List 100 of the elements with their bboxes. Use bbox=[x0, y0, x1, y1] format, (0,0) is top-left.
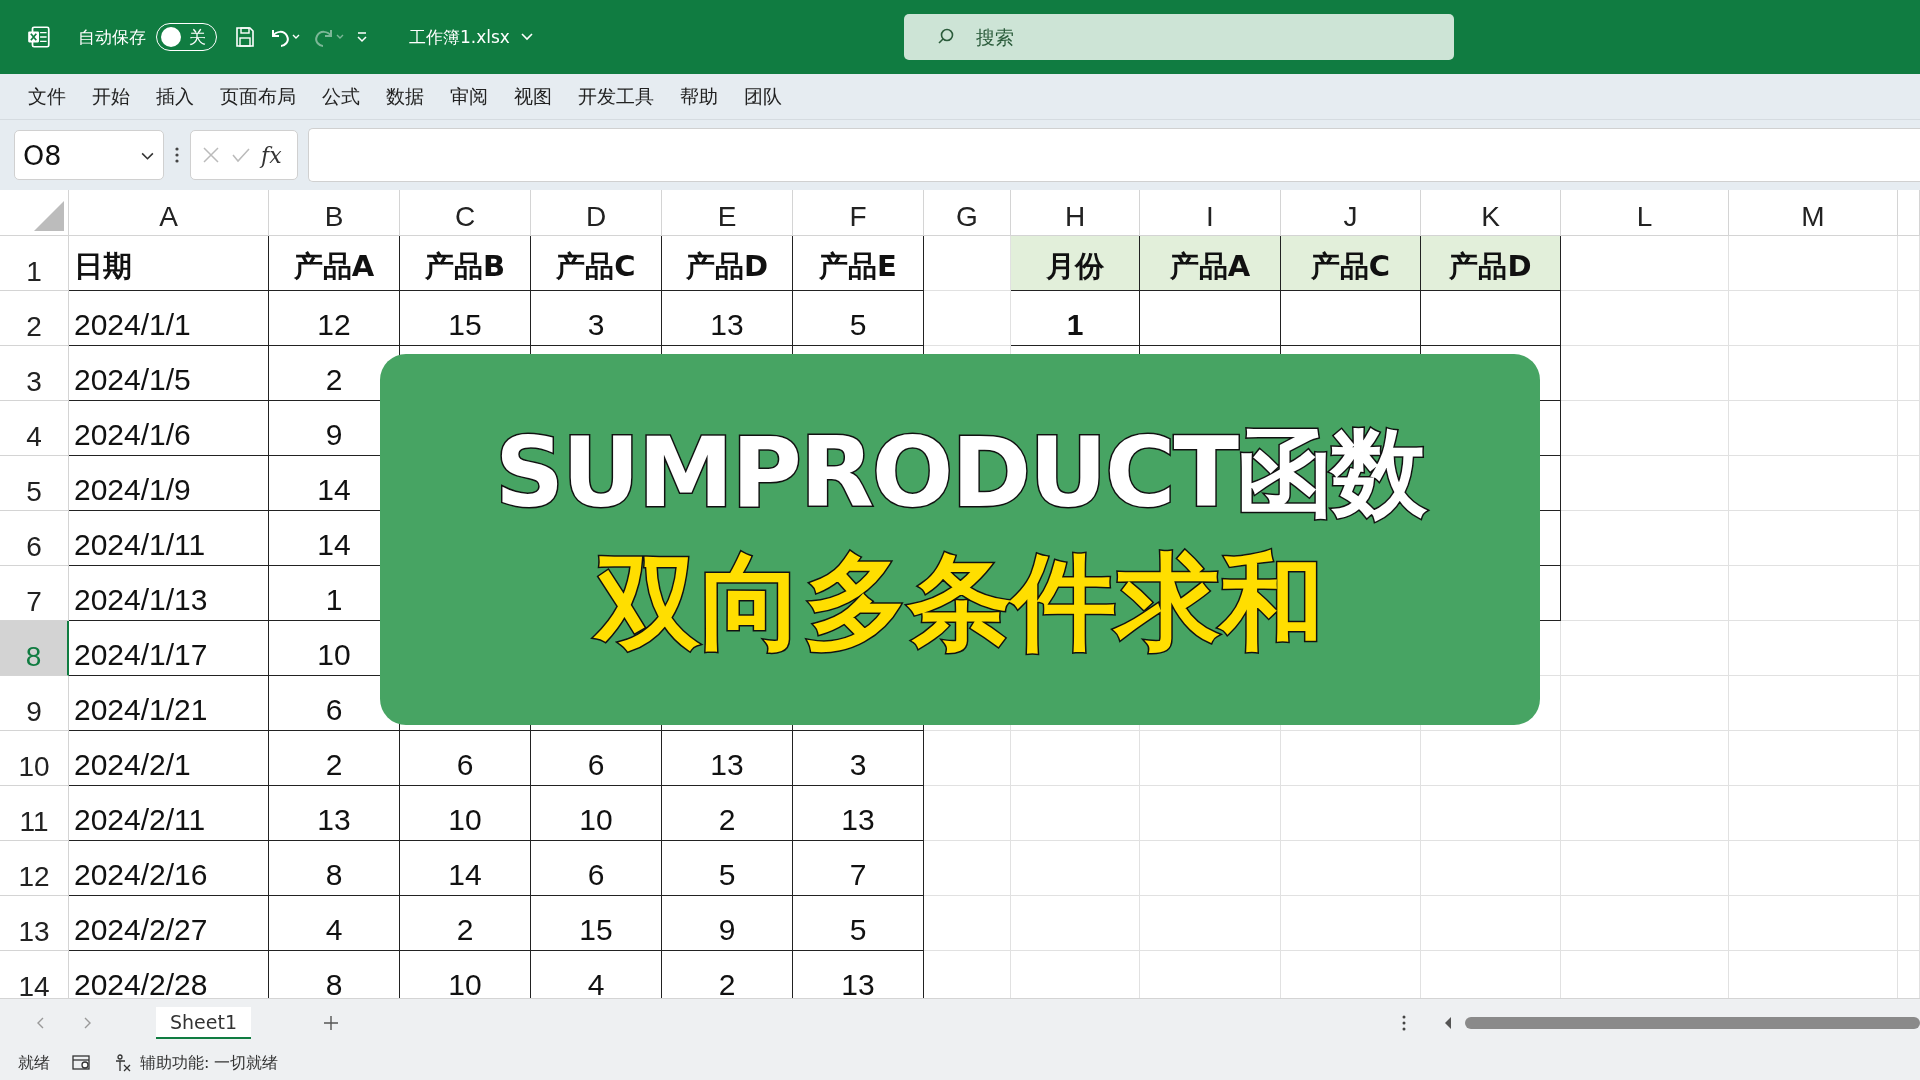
table-cell bbox=[1898, 566, 1920, 621]
table-cell: 6 bbox=[400, 731, 531, 786]
table-cell bbox=[1898, 676, 1920, 731]
table-cell bbox=[1898, 511, 1920, 566]
row-header[interactable]: 11 bbox=[0, 786, 69, 841]
table-cell bbox=[1898, 621, 1920, 676]
table-cell: 日期 bbox=[69, 236, 269, 291]
ribbon-tab[interactable]: 审阅 bbox=[450, 83, 488, 110]
table-cell: 13 bbox=[662, 731, 793, 786]
table-cell: 2024/2/27 bbox=[69, 896, 269, 951]
table-cell bbox=[1898, 401, 1920, 456]
table-cell: 13 bbox=[269, 786, 400, 841]
row-header[interactable]: 9 bbox=[0, 676, 69, 731]
select-all-icon[interactable] bbox=[34, 201, 64, 231]
table-cell: 产品A bbox=[269, 236, 400, 291]
table-cell: 月份 bbox=[1011, 236, 1140, 291]
table-cell bbox=[1898, 236, 1920, 291]
formula-input[interactable] bbox=[308, 128, 1920, 182]
table-cell: 10 bbox=[531, 786, 662, 841]
table-cell: 7 bbox=[793, 841, 924, 896]
ribbon-tab[interactable]: 开始 bbox=[92, 83, 130, 110]
column-header[interactable]: B bbox=[269, 190, 400, 236]
column-header[interactable]: M bbox=[1729, 190, 1898, 236]
table-cell bbox=[1898, 731, 1920, 786]
table-cell: 产品B bbox=[400, 236, 531, 291]
table-cell: 13 bbox=[662, 291, 793, 346]
row-header[interactable]: 13 bbox=[0, 896, 69, 951]
add-sheet-icon[interactable] bbox=[323, 1014, 340, 1031]
column-header[interactable]: G bbox=[924, 190, 1011, 236]
table-cell: 9 bbox=[662, 896, 793, 951]
table-cell: 2024/1/9 bbox=[69, 456, 269, 511]
ribbon-tab[interactable]: 开发工具 bbox=[578, 83, 654, 110]
column-header[interactable]: L bbox=[1561, 190, 1729, 236]
table-cell: 2 bbox=[662, 786, 793, 841]
row-header[interactable]: 5 bbox=[0, 456, 69, 511]
save-icon[interactable] bbox=[233, 25, 257, 49]
name-box[interactable]: O8 bbox=[14, 130, 164, 180]
table-cell: 2024/1/6 bbox=[69, 401, 269, 456]
ribbon-tab[interactable]: 视图 bbox=[514, 83, 552, 110]
sheet-tab[interactable]: Sheet1 bbox=[156, 1006, 252, 1039]
table-cell: 6 bbox=[531, 841, 662, 896]
file-name[interactable]: 工作簿1.xlsx bbox=[409, 25, 510, 49]
table-cell: 产品A bbox=[1140, 236, 1281, 291]
ribbon-tab[interactable]: 帮助 bbox=[680, 83, 718, 110]
column-header[interactable]: D bbox=[531, 190, 662, 236]
table-cell: 2024/2/11 bbox=[69, 786, 269, 841]
table-cell: 2024/1/13 bbox=[69, 566, 269, 621]
corner-cell[interactable] bbox=[0, 190, 69, 236]
table-cell: 12 bbox=[269, 291, 400, 346]
table-cell: 15 bbox=[531, 896, 662, 951]
status-text: 就绪 bbox=[18, 1052, 50, 1074]
table-cell: 2024/2/1 bbox=[69, 731, 269, 786]
ribbon-tab[interactable]: 公式 bbox=[322, 83, 360, 110]
table-cell: 14 bbox=[400, 841, 531, 896]
table-cell: 1 bbox=[1011, 291, 1140, 346]
table-cell: 8 bbox=[269, 841, 400, 896]
banner-title: SUMPRODUCT函数 bbox=[494, 415, 1426, 531]
table-cell bbox=[1898, 291, 1920, 346]
table-cell: 2024/1/11 bbox=[69, 511, 269, 566]
row-header[interactable]: 12 bbox=[0, 841, 69, 896]
ribbon-tab[interactable]: 页面布局 bbox=[220, 83, 296, 110]
table-cell: 2024/1/17 bbox=[69, 621, 269, 676]
insert-function-button[interactable]: fx bbox=[261, 142, 282, 168]
table-cell: 产品C bbox=[531, 236, 662, 291]
table-cell: 2024/1/21 bbox=[69, 676, 269, 731]
ribbon-tab[interactable]: 数据 bbox=[386, 83, 424, 110]
column-header[interactable]: F bbox=[793, 190, 924, 236]
column-header[interactable]: C bbox=[400, 190, 531, 236]
table-cell: 5 bbox=[793, 896, 924, 951]
column-header[interactable]: A bbox=[69, 190, 269, 236]
customize-caret-icon[interactable] bbox=[355, 30, 369, 44]
accessibility-status[interactable]: 辅助功能: 一切就绪 bbox=[114, 1052, 279, 1074]
table-cell: 5 bbox=[793, 291, 924, 346]
column-header[interactable]: E bbox=[662, 190, 793, 236]
table-cell: 10 bbox=[400, 786, 531, 841]
excel-logo-icon bbox=[26, 24, 52, 50]
table-cell bbox=[1898, 346, 1920, 401]
table-cell: 2 bbox=[400, 896, 531, 951]
row-header[interactable]: 8 bbox=[0, 621, 69, 676]
row-header[interactable]: 6 bbox=[0, 511, 69, 566]
row-header[interactable]: 4 bbox=[0, 401, 69, 456]
table-cell bbox=[1898, 896, 1920, 951]
search-field[interactable]: 搜索 bbox=[903, 14, 1454, 60]
table-cell bbox=[1898, 786, 1920, 841]
table-cell: 产品D bbox=[1421, 236, 1561, 291]
ribbon-tab[interactable]: 文件 bbox=[28, 83, 66, 110]
cancel-icon[interactable] bbox=[201, 145, 221, 165]
table-cell: 2024/1/1 bbox=[69, 291, 269, 346]
row-header[interactable]: 2 bbox=[0, 291, 69, 346]
row-header[interactable]: 10 bbox=[0, 731, 69, 786]
ribbon-tab[interactable]: 插入 bbox=[156, 83, 194, 110]
row-header[interactable]: 1 bbox=[0, 236, 69, 291]
macro-recording-icon[interactable] bbox=[72, 1053, 92, 1073]
more-options-icon[interactable] bbox=[174, 145, 180, 165]
horizontal-scrollbar[interactable] bbox=[1465, 1016, 1920, 1029]
ribbon-tab[interactable]: 团队 bbox=[744, 83, 782, 110]
row-header[interactable]: 3 bbox=[0, 346, 69, 401]
table-cell: 4 bbox=[269, 896, 400, 951]
scroll-left-icon[interactable] bbox=[1443, 1015, 1454, 1030]
table-cell: 6 bbox=[531, 731, 662, 786]
